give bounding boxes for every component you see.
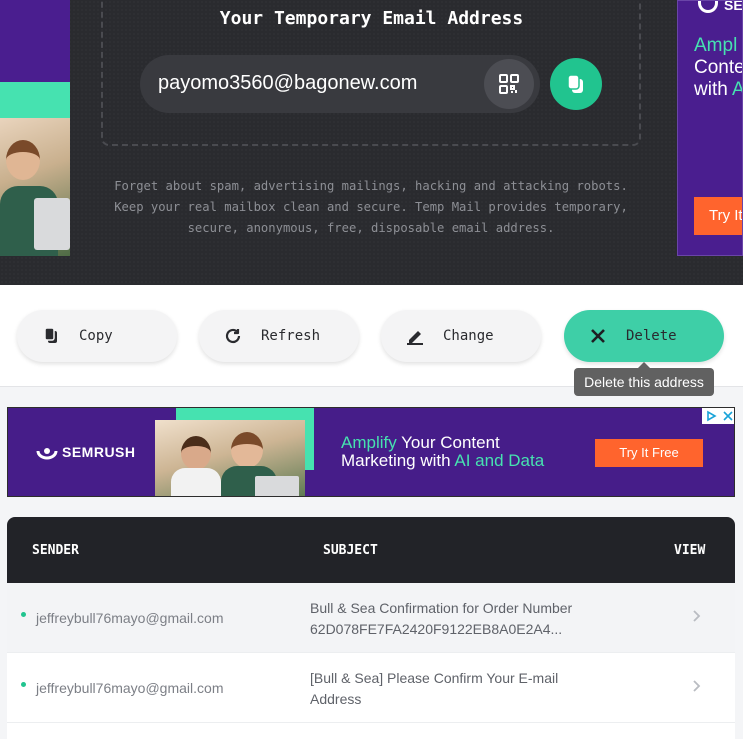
copy-label: Copy bbox=[79, 328, 113, 344]
ad-cta-button[interactable]: Try It bbox=[694, 197, 742, 235]
qr-code-button[interactable] bbox=[484, 59, 534, 109]
change-label: Change bbox=[443, 328, 494, 344]
ad-accent-shape bbox=[0, 82, 70, 122]
semrush-logo-icon bbox=[36, 448, 58, 460]
qr-code-icon bbox=[499, 74, 519, 94]
copy-icon bbox=[41, 326, 61, 346]
ad-headline-accent: Amplify bbox=[341, 433, 397, 452]
ad-headline-2: Marketing with AI and Data bbox=[341, 451, 544, 471]
copy-button[interactable]: Copy bbox=[17, 310, 177, 362]
banner-ad[interactable]: SEMRUSH Amplify Your Content Marketing w… bbox=[7, 407, 735, 497]
email-address-field[interactable]: payomo3560@bagonew.com bbox=[140, 55, 540, 113]
message-subject[interactable]: Bull & Sea Confirmation for Order Number… bbox=[310, 598, 590, 640]
column-header-subject: SUBJECT bbox=[323, 543, 378, 558]
unread-indicator bbox=[21, 612, 26, 617]
ad-headline-rest: Your Content bbox=[396, 433, 500, 452]
close-icon bbox=[588, 326, 608, 346]
ad-line-1: Ampl bbox=[694, 35, 738, 56]
ad-photo-person bbox=[181, 436, 211, 470]
chevron-right-icon[interactable] bbox=[691, 679, 701, 693]
ad-brand-label: SEMRUSH bbox=[62, 444, 136, 460]
email-hero: Your Temporary Email Address payomo3560@… bbox=[0, 0, 743, 285]
unread-indicator bbox=[21, 682, 26, 687]
inbox-table: SENDER SUBJECT VIEW jeffreybull76mayo@gm… bbox=[7, 517, 735, 739]
ad-brand: SEMRUSH bbox=[724, 0, 743, 13]
copy-icon bbox=[567, 74, 583, 93]
column-header-view: VIEW bbox=[674, 543, 706, 558]
email-address-text[interactable]: payomo3560@bagonew.com bbox=[158, 72, 417, 95]
side-ad-right[interactable]: SEMRUSH Ampl Conte with A Try It bbox=[677, 0, 743, 256]
refresh-label: Refresh bbox=[261, 328, 321, 344]
ad-photo-laptop bbox=[255, 476, 299, 496]
column-header-sender: SENDER bbox=[32, 543, 79, 558]
ad-photo-person bbox=[231, 432, 263, 468]
table-row[interactable]: jeffreybull76mayo@gmail.com Bull & Sea C… bbox=[7, 583, 735, 653]
edit-icon bbox=[405, 326, 425, 346]
ad-headline-1: Amplify Your Content bbox=[341, 433, 500, 453]
ad-line-3-prefix: with bbox=[694, 79, 733, 100]
table-row[interactable]: jeffreybull76mayo@gmail.com [Bull & Sea]… bbox=[7, 653, 735, 723]
sender-email[interactable]: jeffreybull76mayo@gmail.com bbox=[36, 680, 223, 696]
message-subject[interactable]: [Bull & Sea] Please Confirm Your E-mail … bbox=[310, 668, 590, 710]
copy-email-button[interactable] bbox=[550, 58, 602, 110]
ad-headline-prefix: Marketing with bbox=[341, 451, 455, 470]
refresh-button[interactable]: Refresh bbox=[199, 310, 359, 362]
ad-photo-shirt bbox=[171, 468, 221, 496]
ad-headline-accent: AI and Data bbox=[454, 451, 545, 470]
ad-brand: SEMRUSH bbox=[36, 444, 136, 460]
ad-cta-button[interactable]: Try It Free bbox=[595, 439, 703, 467]
ad-photo bbox=[155, 420, 305, 496]
refresh-icon bbox=[223, 326, 243, 346]
ad-choices[interactable] bbox=[702, 408, 734, 424]
close-icon[interactable] bbox=[723, 411, 733, 421]
ad-photo-laptop bbox=[34, 198, 70, 250]
inbox-header: SENDER SUBJECT VIEW bbox=[7, 517, 735, 583]
delete-button[interactable]: Delete bbox=[564, 310, 724, 362]
ad-line-2: Conte bbox=[694, 57, 743, 78]
ad-line-3: with A bbox=[694, 79, 742, 101]
delete-tooltip: Delete this address bbox=[574, 362, 714, 396]
page-title: Your Temporary Email Address bbox=[219, 8, 524, 29]
sender-email[interactable]: jeffreybull76mayo@gmail.com bbox=[36, 610, 223, 626]
adchoices-icon bbox=[707, 410, 717, 422]
ad-line-3-accent: A bbox=[732, 79, 742, 100]
ad-photo-person bbox=[6, 140, 40, 180]
change-button[interactable]: Change bbox=[381, 310, 541, 362]
chevron-right-icon[interactable] bbox=[691, 609, 701, 623]
side-ad-left[interactable] bbox=[0, 0, 70, 256]
semrush-logo-icon bbox=[698, 1, 718, 13]
delete-label: Delete bbox=[626, 328, 677, 344]
service-description: Forget about spam, advertising mailings,… bbox=[114, 179, 628, 235]
